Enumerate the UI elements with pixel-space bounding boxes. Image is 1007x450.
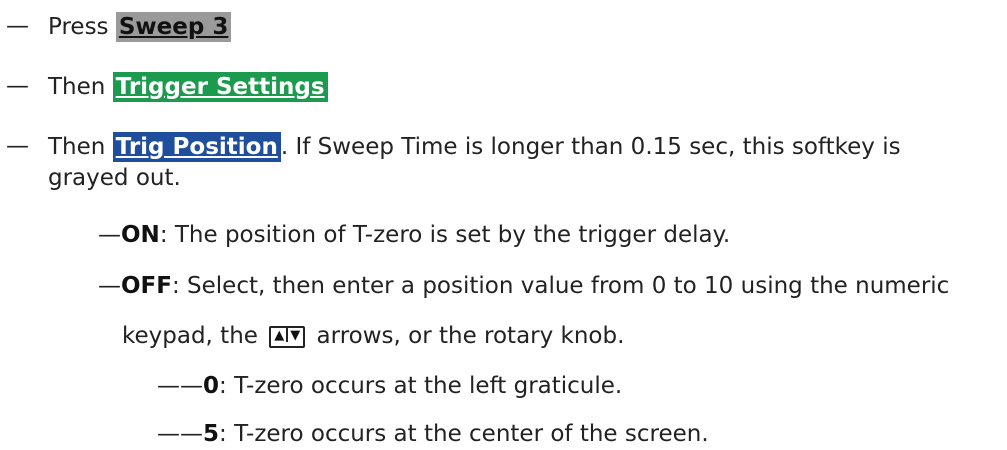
suboption-text: : T-zero occurs at the center of the scr… <box>219 421 709 447</box>
option-text: : Select, then enter a position value fr… <box>171 273 950 299</box>
option-off: —OFF: Select, then enter a position valu… <box>98 272 949 300</box>
bullet-dash: — <box>6 73 29 99</box>
suboption-0: ——0: T-zero occurs at the left graticule… <box>157 372 622 400</box>
step-prefix: Press <box>48 14 116 40</box>
bullet-dash: — <box>6 133 29 159</box>
up-arrow-icon: ▲ <box>274 327 285 343</box>
step-description: . If Sweep Time is longer than 0.15 sec,… <box>280 134 901 160</box>
option-term-on: ON <box>121 222 160 248</box>
step-prefix: Then <box>48 74 113 100</box>
sweep-3-softkey[interactable]: Sweep 3 <box>115 12 232 42</box>
continuation-text-a: keypad, the <box>122 323 266 349</box>
trig-position-softkey[interactable]: Trig Position <box>112 132 281 162</box>
suboption-5: ——5: T-zero occurs at the center of the … <box>157 420 709 448</box>
up-down-arrow-keys-icon: ▲ ▼ <box>269 325 306 348</box>
suboption-text: : T-zero occurs at the left graticule. <box>219 373 623 399</box>
option-on: —ON: The position of T-zero is set by th… <box>98 221 730 249</box>
option-text: : The position of T-zero is set by the t… <box>159 222 731 248</box>
option-off-continuation: keypad, the ▲ ▼ arrows, or the rotary kno… <box>122 322 624 350</box>
suboption-dash: —— <box>157 421 203 447</box>
option-dash: — <box>98 222 121 248</box>
suboption-dash: —— <box>157 373 203 399</box>
suboption-term-5: 5 <box>203 421 220 447</box>
bullet-dash: — <box>6 13 29 39</box>
option-term-off: OFF <box>121 273 172 299</box>
suboption-term-0: 0 <box>203 373 220 399</box>
step-prefix: Then <box>48 134 113 160</box>
option-dash: — <box>98 273 121 299</box>
continuation-text-b: arrows, or the rotary knob. <box>309 323 625 349</box>
down-arrow-icon: ▼ <box>290 327 301 343</box>
step-continuation: grayed out. <box>48 165 181 191</box>
trigger-settings-softkey[interactable]: Trigger Settings <box>112 72 328 102</box>
